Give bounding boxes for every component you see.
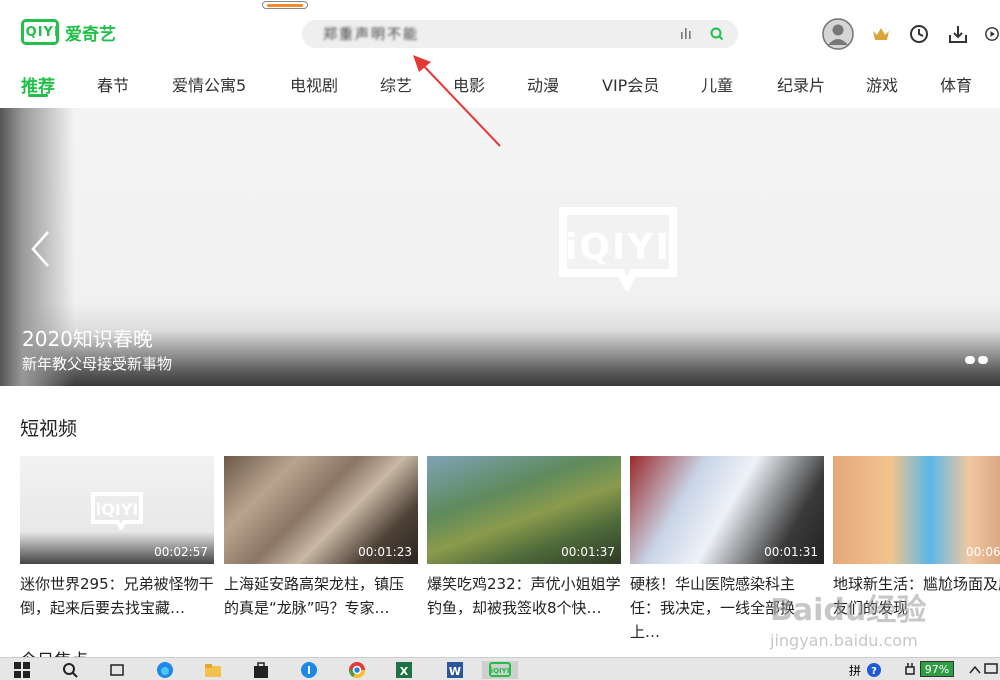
nav-item-anime[interactable]: 动漫	[527, 72, 559, 96]
windows-taskbar: X W iQIYI 拼 ? 97%	[0, 657, 1000, 680]
iqiyi-logo[interactable]: iQIYI 爱奇艺	[20, 18, 116, 46]
network-icon[interactable]	[984, 661, 1000, 679]
edge-browser-icon[interactable]	[155, 661, 175, 679]
nav-item-vip[interactable]: VIP会员	[602, 72, 659, 96]
carousel-dots[interactable]	[965, 356, 988, 364]
channel-nav: 推荐 春节 爱情公寓5 电视剧 综艺 电影 动漫 VIP会员 儿童 纪录片 游戏…	[0, 62, 1000, 102]
video-thumbnail[interactable]: iQIYI 00:02:57	[20, 456, 214, 564]
baidu-jingyan-watermark: Baidu经验 jingyan.baidu.com	[769, 593, 926, 650]
nav-item-movie[interactable]: 电影	[453, 72, 485, 96]
nav-item-kids[interactable]: 儿童	[701, 72, 733, 96]
svg-text:Baidu经验: Baidu经验	[770, 593, 926, 628]
voice-search-icon[interactable]	[680, 27, 694, 41]
file-explorer-icon[interactable]	[203, 661, 223, 679]
chrome-icon[interactable]	[347, 661, 367, 679]
video-title[interactable]: 爆笑吃鸡232：声优小姐姐学钓鱼，却被我签收8个快…	[427, 572, 621, 620]
svg-text:iQIYI: iQIYI	[491, 667, 510, 675]
svg-text:?: ?	[871, 666, 877, 677]
logo-text: 爱奇艺	[65, 24, 116, 45]
task-view-icon[interactable]	[107, 661, 127, 679]
play-record-icon[interactable]	[984, 20, 1000, 48]
video-thumbnail[interactable]: 00:01:37	[427, 456, 621, 564]
hero-banner[interactable]: iQIYI 2020知识春晚 新年教父母接受新事物	[0, 108, 1000, 386]
power-plug-icon[interactable]	[900, 661, 920, 679]
video-duration: 00:01:37	[561, 545, 615, 559]
top-bar: iQIYI 爱奇艺 郑重声明不能	[0, 0, 1000, 62]
nav-item-variety[interactable]: 综艺	[380, 72, 412, 96]
svg-text:iQIYI: iQIYI	[96, 500, 139, 519]
banner-subtitle: 新年教父母接受新事物	[22, 355, 173, 373]
video-card[interactable]: iQIYI 00:02:57 迷你世界295：兄弟被怪物干倒，起来后要去找宝藏…	[20, 456, 214, 620]
nav-item-spring-festival[interactable]: 春节	[97, 72, 129, 96]
video-duration: 00:06	[966, 545, 1000, 559]
avatar[interactable]	[822, 18, 854, 50]
store-icon[interactable]	[251, 661, 271, 679]
video-duration: 00:02:57	[154, 545, 208, 559]
banner-logo-text: iQIYI	[565, 227, 671, 268]
video-duration: 00:01:23	[358, 545, 412, 559]
search-box[interactable]: 郑重声明不能	[302, 20, 738, 48]
ime-indicator[interactable]: 拼	[845, 661, 865, 679]
iqiyi-taskbar-icon[interactable]: iQIYI	[482, 661, 518, 679]
video-card[interactable]: 00:01:37 爆笑吃鸡232：声优小姐姐学钓鱼，却被我签收8个快…	[427, 456, 621, 620]
help-icon[interactable]: ?	[864, 661, 884, 679]
maps-app-icon[interactable]	[299, 661, 319, 679]
svg-text:X: X	[400, 665, 409, 678]
nav-item-documentary[interactable]: 纪录片	[777, 72, 825, 96]
download-icon[interactable]	[944, 20, 972, 48]
search-icon[interactable]	[709, 26, 725, 42]
windows-start-icon[interactable]	[12, 661, 32, 679]
vip-crown-icon[interactable]	[867, 20, 895, 48]
video-card[interactable]: 00:01:23 上海延安路高架龙柱，镇压的真是“龙脉”吗？专家…	[224, 456, 418, 620]
chevron-left-icon[interactable]	[30, 230, 50, 268]
iqiyi-placeholder-logo: iQIYI	[91, 492, 143, 530]
section-title-short-video: 短视频	[20, 418, 78, 440]
svg-text:jingyan.baidu.com: jingyan.baidu.com	[769, 631, 918, 650]
video-title[interactable]: 上海延安路高架龙柱，镇压的真是“龙脉”吗？专家…	[224, 572, 418, 620]
video-thumbnail[interactable]: 00:01:23	[224, 456, 418, 564]
iqiyi-placeholder-logo: iQIYI	[559, 207, 677, 291]
nav-item-games[interactable]: 游戏	[866, 72, 898, 96]
word-icon[interactable]: W	[445, 661, 465, 679]
nav-item-ipartment5[interactable]: 爱情公寓5	[172, 72, 246, 96]
search-input[interactable]: 郑重声明不能	[323, 24, 419, 44]
nav-item-sports[interactable]: 体育	[940, 72, 972, 96]
video-title[interactable]: 迷你世界295：兄弟被怪物干倒，起来后要去找宝藏…	[20, 572, 214, 620]
video-thumbnail[interactable]: 00:06	[833, 456, 1000, 564]
nav-item-tv-series[interactable]: 电视剧	[290, 72, 338, 96]
excel-icon[interactable]: X	[394, 661, 414, 679]
history-icon[interactable]	[905, 20, 933, 48]
video-duration: 00:01:31	[764, 545, 818, 559]
taskbar-search-icon[interactable]	[60, 661, 80, 679]
window-drag-handle[interactable]	[262, 1, 308, 9]
battery-indicator[interactable]: 97%	[920, 661, 954, 677]
banner-title[interactable]: 2020知识春晚	[22, 323, 153, 352]
svg-text:W: W	[449, 665, 461, 678]
nav-active-indicator	[28, 94, 48, 97]
chevron-up-icon[interactable]	[965, 661, 985, 679]
video-thumbnail[interactable]: 00:01:31	[630, 456, 824, 564]
logo-mark: iQIYI	[20, 19, 59, 45]
